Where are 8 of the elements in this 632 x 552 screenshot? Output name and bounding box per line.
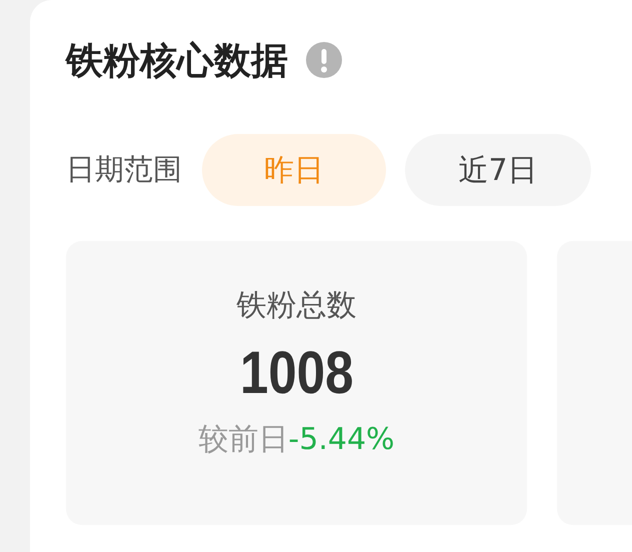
change-value: -5.44% — [288, 425, 395, 455]
date-range-label: 日期范围 — [66, 151, 182, 188]
compare-label: 较前日 — [198, 425, 288, 455]
stat-label: 铁粉总数 — [236, 291, 356, 321]
date-range-tab[interactable]: 近7日 — [405, 134, 591, 206]
alert-icon — [306, 42, 342, 78]
stat-value: 1008 — [240, 343, 354, 403]
panel-title: 铁粉核心数据 — [66, 42, 288, 78]
